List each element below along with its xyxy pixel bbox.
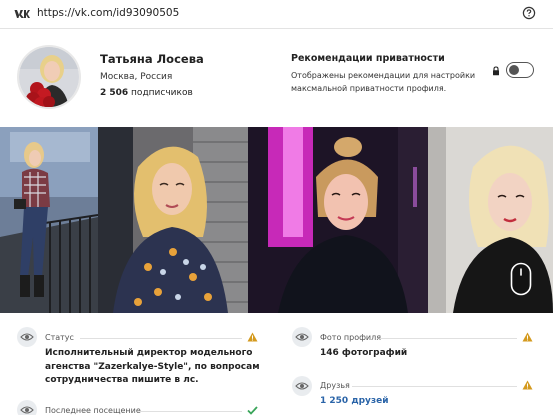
lock-icon xyxy=(493,66,499,76)
status-value-line-1: Исполнительный директор модельного xyxy=(45,348,253,358)
profile-city: Москва, Россия xyxy=(100,72,173,82)
last-visit-eye-icon[interactable] xyxy=(17,400,37,415)
friends-divider xyxy=(352,386,517,387)
profile-name: Татьяна Лосева xyxy=(100,52,204,66)
photo-1[interactable] xyxy=(0,127,98,313)
followers-label: подписчиков xyxy=(128,88,193,98)
photos-label: Фото профиля xyxy=(320,333,382,342)
scroll-mouse-icon[interactable] xyxy=(510,262,532,296)
status-eye-icon[interactable] xyxy=(17,327,37,347)
help-icon[interactable] xyxy=(522,6,536,20)
photo-woman-blonde-brick xyxy=(98,127,248,313)
status-label: Статус xyxy=(45,333,74,342)
privacy-description: Отображены рекомендации для настройки ма… xyxy=(291,71,476,93)
status-divider xyxy=(80,338,242,339)
profile-header: Татьяна Лосева Москва, Россия 2 506 подп… xyxy=(0,29,553,127)
photos-warning-icon xyxy=(522,332,533,342)
last-visit-label: Последнее посещение xyxy=(45,406,141,415)
privacy-toggle[interactable] xyxy=(506,62,534,78)
photo-3[interactable] xyxy=(248,127,428,313)
friends-eye-icon[interactable] xyxy=(292,376,312,396)
photo-strip xyxy=(0,127,553,313)
vk-logo-icon xyxy=(14,10,30,18)
followers-count: 2 506 подписчиков xyxy=(100,88,193,98)
eye-icon xyxy=(295,382,309,390)
status-warning-icon xyxy=(247,332,258,342)
avatar-image xyxy=(19,47,79,107)
toggle-knob xyxy=(509,65,519,75)
photo-woman-pink-light xyxy=(248,127,428,313)
eye-icon xyxy=(295,333,309,341)
status-value-line-3: сотрудничества пишите в лс. xyxy=(45,375,199,385)
photo-woman-railing xyxy=(0,127,98,313)
photo-4[interactable] xyxy=(428,127,553,313)
photos-eye-icon[interactable] xyxy=(292,327,312,347)
eye-icon xyxy=(20,333,34,341)
status-value-line-2: агенства "Zazerkalye-Style", по вопросам xyxy=(45,361,260,372)
friends-warning-icon xyxy=(522,380,533,390)
url-text[interactable]: https://vk.com/id93090505 xyxy=(37,7,179,19)
photo-woman-blonde-dark xyxy=(428,127,553,313)
friends-value-link[interactable]: 1 250 друзей xyxy=(320,395,389,409)
profile-info: Статус Исполнительный директор модельног… xyxy=(0,313,553,415)
eye-icon xyxy=(20,406,34,414)
photo-2[interactable] xyxy=(98,127,248,313)
friends-label: Друзья xyxy=(320,381,350,390)
avatar[interactable] xyxy=(17,45,81,109)
privacy-title: Рекомендации приватности xyxy=(291,53,445,64)
photos-divider xyxy=(380,338,517,339)
address-bar: https://vk.com/id93090505 xyxy=(0,0,553,29)
photos-value: 146 фотографий xyxy=(320,348,408,358)
last-visit-check-icon xyxy=(247,406,258,415)
last-visit-divider xyxy=(140,411,242,412)
followers-number: 2 506 xyxy=(100,88,129,98)
